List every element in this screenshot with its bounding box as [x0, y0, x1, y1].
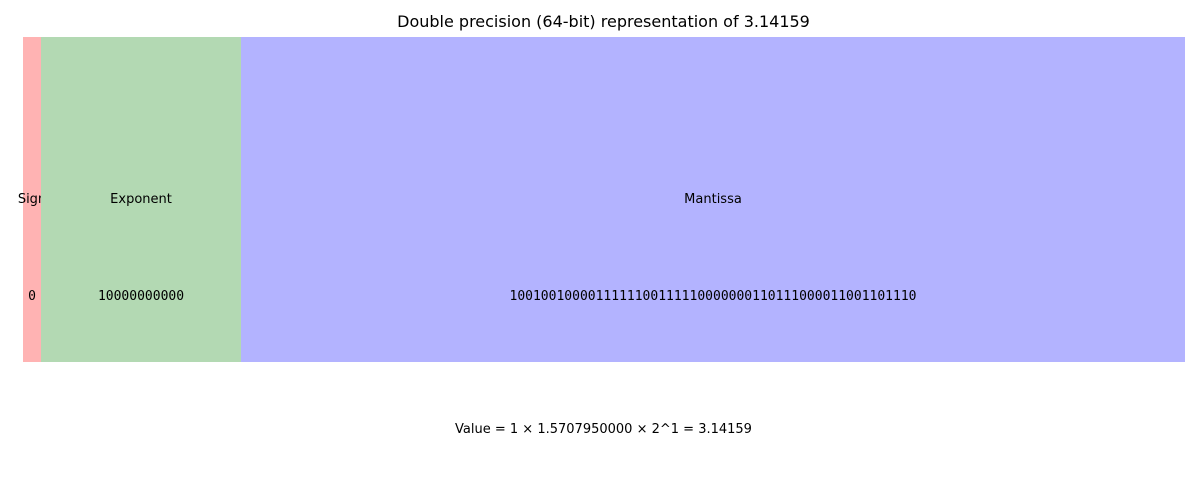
diagram-title: Double precision (64-bit) representation…: [397, 12, 810, 31]
value-formula: Value = 1 × 1.5707950000 × 2^1 = 3.14159: [455, 422, 752, 437]
bit-layout-bar: Sign 0 Exponent 10000000000 Mantissa 100…: [18, 37, 1185, 362]
mantissa-label: Mantissa: [684, 192, 742, 207]
mantissa-field: Mantissa 1001001000011111100111110000000…: [241, 37, 1185, 362]
mantissa-bits: 1001001000011111100111110000000110111000…: [509, 289, 917, 304]
